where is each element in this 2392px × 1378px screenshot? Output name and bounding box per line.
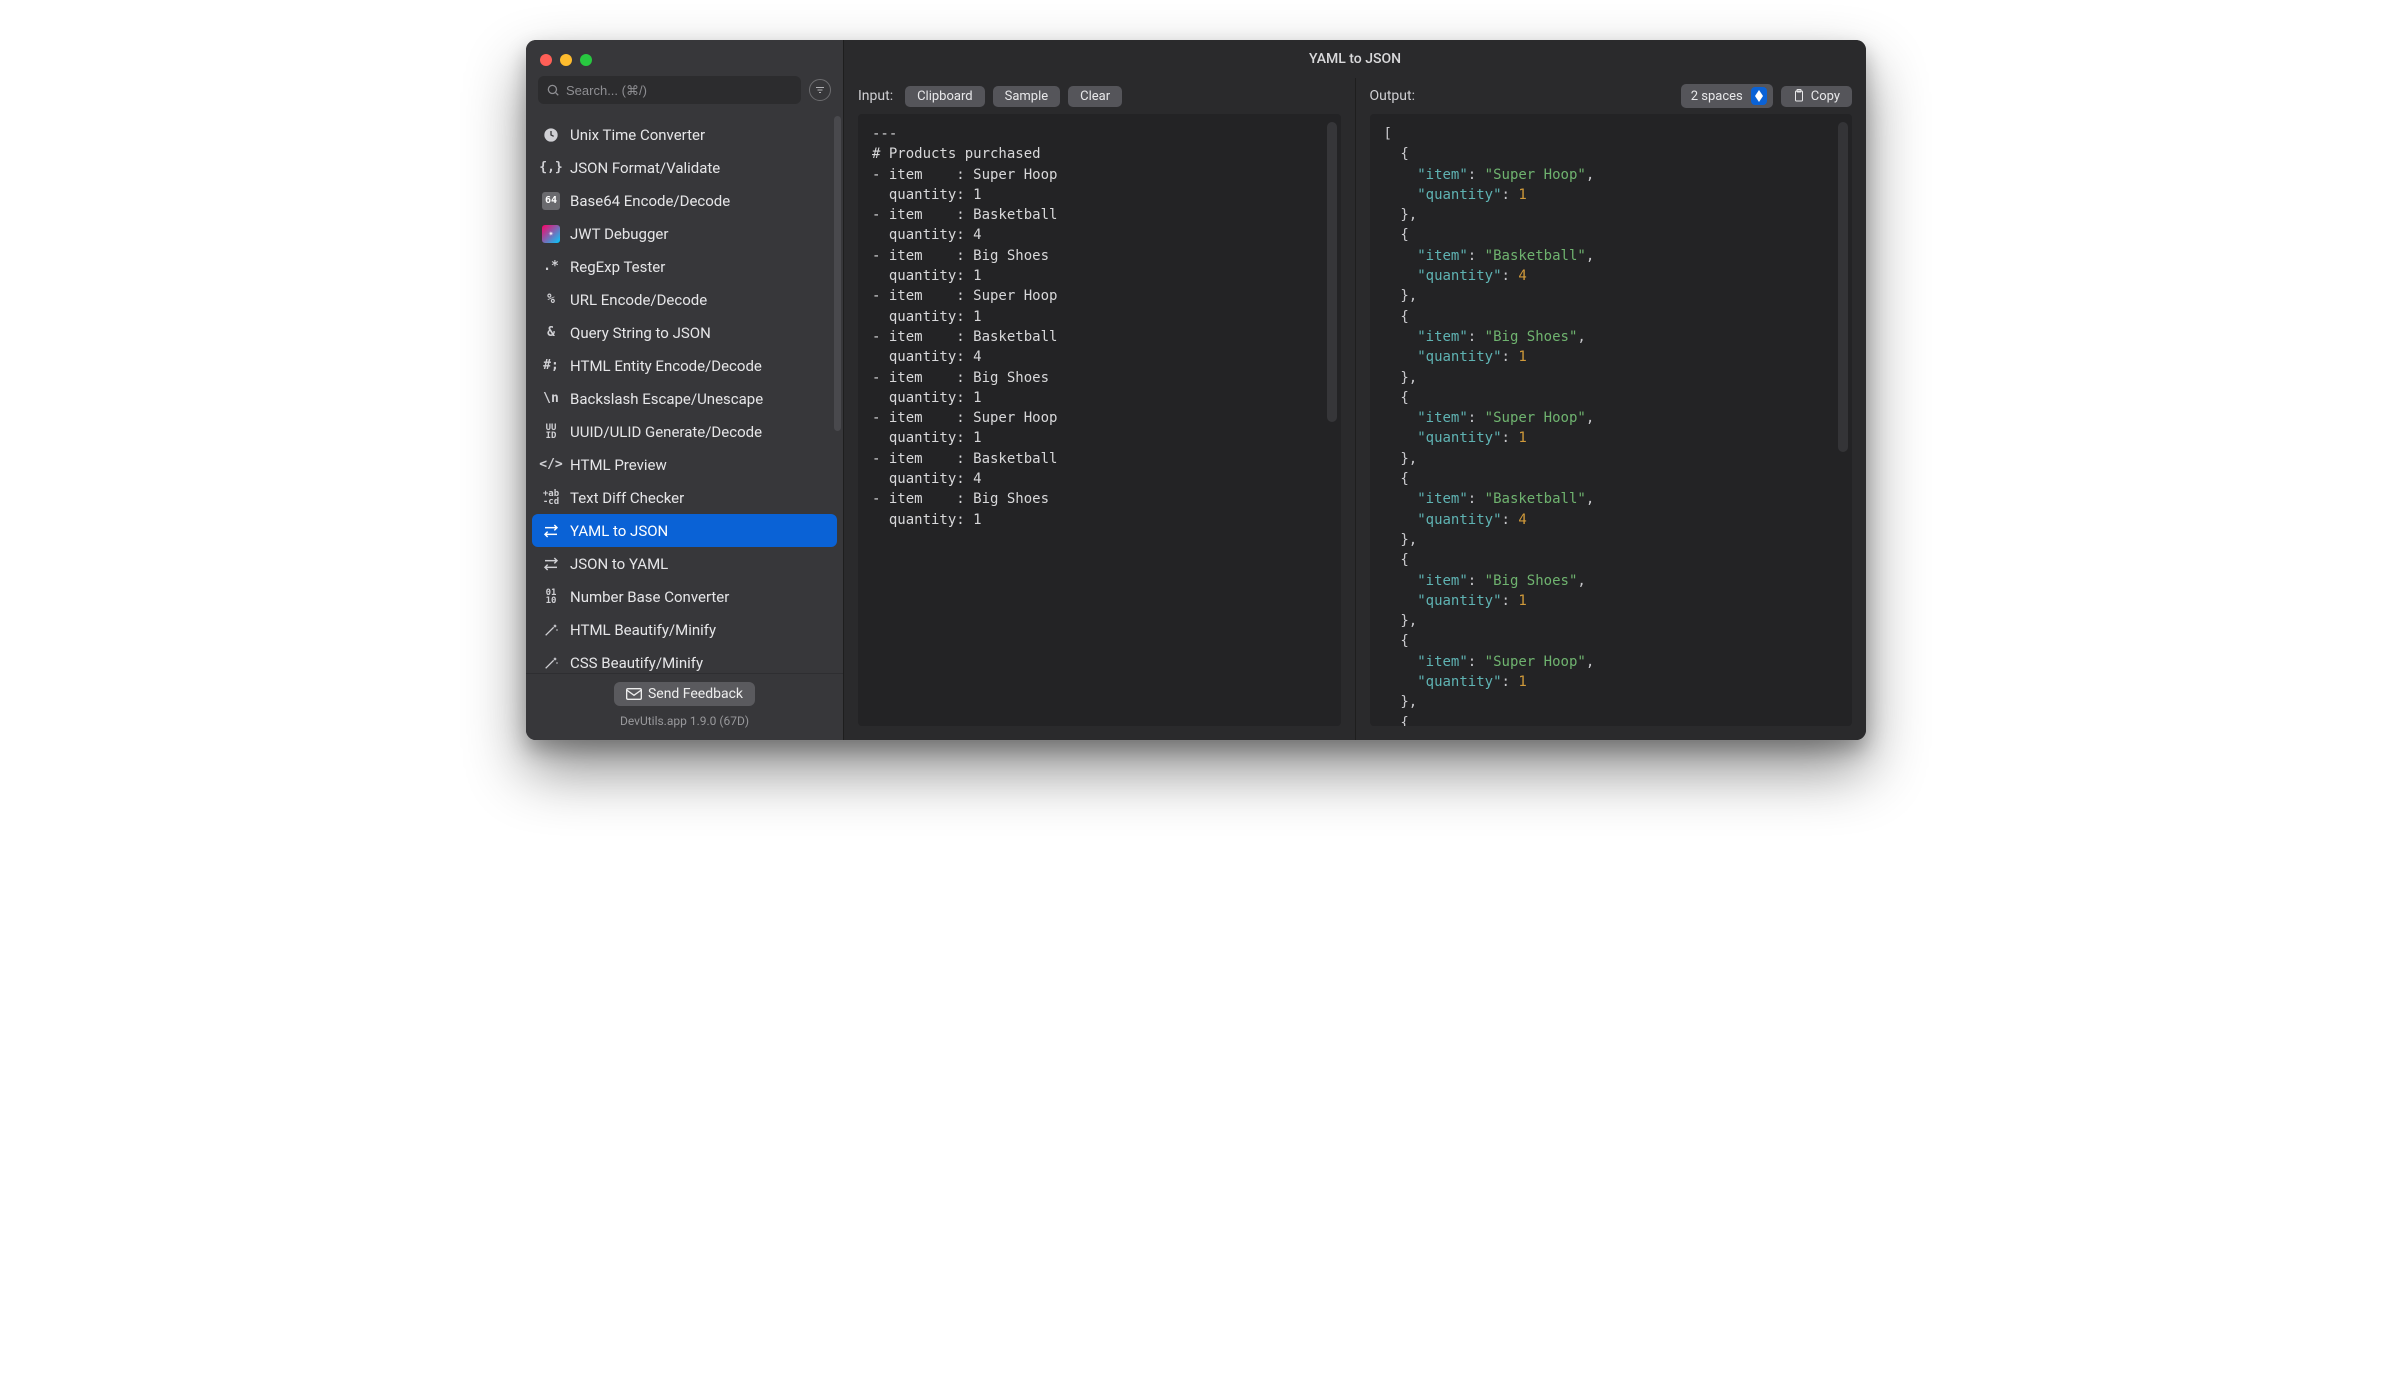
amp-icon: & bbox=[542, 324, 560, 342]
sidebar-scrollbar[interactable] bbox=[834, 116, 841, 431]
main-area: YAML to JSON Input: Clipboard Sample Cle… bbox=[844, 40, 1866, 740]
filter-button[interactable] bbox=[809, 79, 831, 101]
input-editor[interactable]: --- # Products purchased - item : Super … bbox=[858, 114, 1341, 726]
search-field[interactable] bbox=[538, 76, 801, 104]
sidebar-footer: Send Feedback DevUtils.app 1.9.0 (67D) bbox=[526, 673, 843, 740]
sidebar-item-label: YAML to JSON bbox=[570, 522, 668, 540]
select-arrows-icon bbox=[1751, 87, 1767, 105]
sidebar-item-jwt-debugger[interactable]: ✴ JWT Debugger bbox=[532, 217, 837, 250]
send-feedback-label: Send Feedback bbox=[648, 686, 743, 702]
sidebar-item-uuid-ulid-generate-decode[interactable]: UUID UUID/ULID Generate/Decode bbox=[532, 415, 837, 448]
output-text: [ { "item": "Super Hoop", "quantity": 1 … bbox=[1384, 124, 1839, 726]
wand-icon bbox=[542, 654, 560, 672]
sidebar-item-label: Base64 Encode/Decode bbox=[570, 192, 730, 210]
output-label: Output: bbox=[1370, 88, 1415, 104]
sidebar-item-label: Query String to JSON bbox=[570, 324, 711, 342]
close-window-button[interactable] bbox=[540, 54, 552, 66]
sidebar-item-json-format-validate[interactable]: {,} JSON Format/Validate bbox=[532, 151, 837, 184]
sidebar-item-label: JSON Format/Validate bbox=[570, 159, 720, 177]
sidebar-item-query-string-to-json[interactable]: &Query String to JSON bbox=[532, 316, 837, 349]
output-viewer[interactable]: [ { "item": "Super Hoop", "quantity": 1 … bbox=[1370, 114, 1853, 726]
hash-icon: #; bbox=[542, 357, 560, 375]
zoom-window-button[interactable] bbox=[580, 54, 592, 66]
swap-icon bbox=[542, 555, 560, 573]
sidebar-item-label: RegExp Tester bbox=[570, 258, 665, 276]
braces-icon: {,} bbox=[542, 159, 560, 177]
regex-icon: .* bbox=[542, 258, 560, 276]
sidebar-item-label: CSS Beautify/Minify bbox=[570, 654, 703, 672]
sidebar-item-url-encode-decode[interactable]: % URL Encode/Decode bbox=[532, 283, 837, 316]
sidebar-item-label: UUID/ULID Generate/Decode bbox=[570, 423, 762, 441]
sidebar-item-text-diff-checker[interactable]: +ab-cd Text Diff Checker bbox=[532, 481, 837, 514]
sidebar-item-label: HTML Beautify/Minify bbox=[570, 621, 716, 639]
jwt-icon: ✴ bbox=[542, 225, 560, 243]
input-text[interactable]: --- # Products purchased - item : Super … bbox=[872, 124, 1327, 530]
sidebar-item-label: Unix Time Converter bbox=[570, 126, 705, 144]
filter-icon bbox=[814, 84, 826, 96]
sidebar-item-regexp-tester[interactable]: .* RegExp Tester bbox=[532, 250, 837, 283]
clock-icon bbox=[542, 126, 560, 144]
b64-icon: 64 bbox=[542, 192, 560, 210]
search-input[interactable] bbox=[566, 83, 793, 98]
sidebar-item-number-base-converter[interactable]: 0110 Number Base Converter bbox=[532, 580, 837, 613]
page-title: YAML to JSON bbox=[844, 40, 1866, 78]
sidebar-item-html-beautify-minify[interactable]: HTML Beautify/Minify bbox=[532, 613, 837, 646]
copy-label: Copy bbox=[1811, 89, 1840, 104]
percent-icon: % bbox=[542, 291, 560, 309]
uuid-icon: UUID bbox=[542, 423, 560, 441]
send-feedback-button[interactable]: Send Feedback bbox=[614, 682, 755, 706]
binary-icon: 0110 bbox=[542, 588, 560, 606]
sidebar-item-label: HTML Entity Encode/Decode bbox=[570, 357, 762, 375]
input-scrollbar[interactable] bbox=[1327, 122, 1337, 422]
mail-icon bbox=[626, 688, 642, 700]
indent-select[interactable]: 2 spaces bbox=[1681, 84, 1773, 108]
sidebar-item-html-preview[interactable]: </> HTML Preview bbox=[532, 448, 837, 481]
sidebar-item-css-beautify-minify[interactable]: CSS Beautify/Minify bbox=[532, 646, 837, 673]
sidebar-item-backslash-escape-unescape[interactable]: \n Backslash Escape/Unescape bbox=[532, 382, 837, 415]
sidebar-item-label: Text Diff Checker bbox=[570, 489, 684, 507]
sidebar-item-base64-encode-decode[interactable]: 64 Base64 Encode/Decode bbox=[532, 184, 837, 217]
slash-icon: \n bbox=[542, 390, 560, 408]
sidebar-item-json-to-yaml[interactable]: JSON to YAML bbox=[532, 547, 837, 580]
input-pane: Input: Clipboard Sample Clear --- # Prod… bbox=[844, 78, 1355, 740]
clear-button[interactable]: Clear bbox=[1068, 86, 1122, 107]
sidebar-item-label: JWT Debugger bbox=[570, 225, 668, 243]
copy-button[interactable]: Copy bbox=[1781, 86, 1852, 107]
app-window: Unix Time Converter {,} JSON Format/Valida… bbox=[526, 40, 1866, 740]
sidebar-item-label: Number Base Converter bbox=[570, 588, 729, 606]
output-pane: Output: 2 spaces Copy [ bbox=[1355, 78, 1867, 740]
sidebar-item-label: HTML Preview bbox=[570, 456, 667, 474]
search-icon bbox=[546, 83, 560, 97]
sidebar-item-html-entity-encode-decode[interactable]: #; HTML Entity Encode/Decode bbox=[532, 349, 837, 382]
version-label: DevUtils.app 1.9.0 (67D) bbox=[620, 714, 749, 728]
input-label: Input: bbox=[858, 88, 893, 104]
wand-icon bbox=[542, 621, 560, 639]
clipboard-button[interactable]: Clipboard bbox=[905, 86, 985, 107]
output-scrollbar[interactable] bbox=[1838, 122, 1848, 452]
sidebar-item-yaml-to-json[interactable]: YAML to JSON bbox=[532, 514, 837, 547]
window-controls bbox=[526, 40, 843, 76]
clipboard-icon bbox=[1793, 89, 1805, 103]
swap-icon bbox=[542, 522, 560, 540]
code-icon: </> bbox=[542, 456, 560, 474]
sidebar-item-label: Backslash Escape/Unescape bbox=[570, 390, 763, 408]
minimize-window-button[interactable] bbox=[560, 54, 572, 66]
indent-select-value: 2 spaces bbox=[1691, 89, 1743, 104]
tool-list[interactable]: Unix Time Converter {,} JSON Format/Valida… bbox=[526, 114, 843, 673]
sample-button[interactable]: Sample bbox=[993, 86, 1061, 107]
diff-icon: +ab-cd bbox=[542, 489, 560, 507]
sidebar-item-label: URL Encode/Decode bbox=[570, 291, 707, 309]
sidebar-item-label: JSON to YAML bbox=[570, 555, 668, 573]
sidebar-item-unix-time-converter[interactable]: Unix Time Converter bbox=[532, 118, 837, 151]
sidebar: Unix Time Converter {,} JSON Format/Valida… bbox=[526, 40, 844, 740]
